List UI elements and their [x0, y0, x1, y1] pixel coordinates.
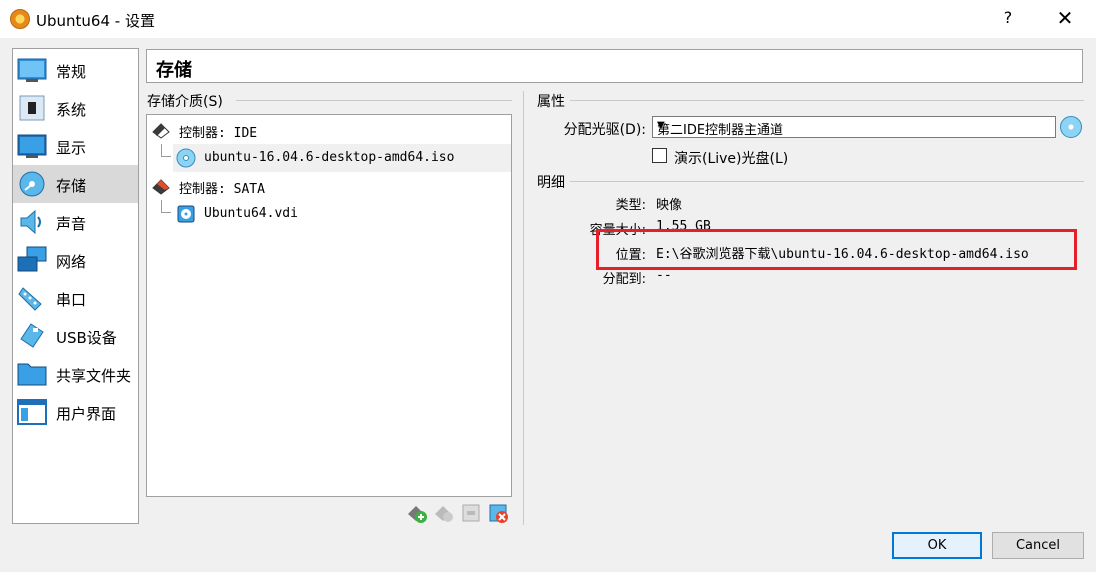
tree-connector	[161, 156, 171, 157]
sidebar-item-serial-port[interactable]: 串口	[13, 279, 138, 317]
tree-item-ide-controller[interactable]: 控制器: IDE	[147, 116, 511, 144]
optical-disc-icon	[176, 148, 196, 168]
location-highlight-box	[596, 229, 1077, 270]
sidebar-item-storage[interactable]: 存储	[13, 165, 138, 203]
ok-button[interactable]: OK	[892, 532, 982, 559]
tree-item-disk-vdi[interactable]: Ubuntu64.vdi	[173, 200, 511, 228]
tree-connector	[161, 144, 162, 156]
user-interface-icon	[17, 399, 47, 425]
sidebar-item-usb[interactable]: USB设备	[13, 317, 138, 355]
page-title-box: 存储	[146, 49, 1083, 83]
panel-divider	[523, 91, 524, 525]
storage-devices-label: 存储介质(S)	[147, 94, 223, 110]
controller-icon	[152, 123, 170, 139]
help-button[interactable]: ?	[996, 8, 1020, 30]
audio-icon	[20, 209, 41, 235]
controller-icon	[152, 179, 170, 195]
details-label: 明细	[537, 175, 565, 191]
attributes-label: 属性	[537, 94, 565, 110]
serial-port-icon	[18, 287, 42, 311]
network-icon	[17, 246, 47, 272]
usb-icon	[20, 323, 44, 348]
display-icon	[17, 134, 47, 158]
sidebar-item-display[interactable]: 显示	[13, 127, 138, 165]
live-cd-label: 演示(Live)光盘(L)	[674, 151, 789, 167]
tree-connector	[161, 212, 171, 213]
page-title: 存储	[156, 60, 192, 81]
settings-sidebar: 常规 系统 显示 存储 声音 网络 串口 USB设备 共享文件夹 用户界面	[12, 48, 139, 524]
window-title: Ubuntu64 - 设置	[36, 12, 155, 30]
sidebar-item-system[interactable]: 系统	[13, 89, 138, 127]
attached-to-value: --	[656, 268, 672, 283]
tree-connector	[161, 200, 162, 212]
storage-group-divider	[236, 100, 512, 101]
sidebar-item-network[interactable]: 网络	[13, 241, 138, 279]
tree-item-sata-controller[interactable]: 控制器: SATA	[147, 172, 511, 200]
add-controller-icon[interactable]	[406, 502, 428, 524]
type-value: 映像	[656, 198, 683, 213]
remove-controller-icon[interactable]	[487, 502, 509, 524]
sidebar-item-general[interactable]: 常规	[13, 51, 138, 89]
cancel-button[interactable]: Cancel	[992, 532, 1084, 559]
optical-drive-select[interactable]: 第二IDE控制器主通道 ▼	[652, 116, 1056, 138]
attributes-divider	[570, 100, 1084, 101]
title-bar: Ubuntu64 - 设置 ? ✕	[0, 0, 1096, 38]
storage-icon	[19, 171, 45, 197]
sidebar-item-audio[interactable]: 声音	[13, 203, 138, 241]
tree-item-optical-iso[interactable]: ubuntu-16.04.6-desktop-amd64.iso	[173, 144, 511, 172]
attached-to-label: 分配到:	[602, 272, 646, 287]
general-icon	[17, 58, 47, 82]
storage-tree[interactable]: 控制器: IDE ubuntu-16.04.6-desktop-amd64.is…	[146, 114, 512, 497]
close-button[interactable]: ✕	[1050, 6, 1080, 30]
shared-folder-icon	[17, 363, 47, 386]
details-divider	[570, 181, 1084, 182]
hard-disk-icon	[177, 205, 195, 223]
chevron-down-icon: ▼	[657, 120, 665, 131]
type-label: 类型:	[615, 198, 646, 213]
virtualbox-app-icon	[10, 9, 30, 29]
sidebar-item-shared-folders[interactable]: 共享文件夹	[13, 355, 138, 393]
add-attachment-icon[interactable]	[433, 502, 455, 524]
remove-attachment-icon[interactable]	[460, 502, 482, 524]
live-cd-checkbox[interactable]	[652, 148, 667, 163]
system-icon	[19, 95, 45, 121]
optical-drive-label: 分配光驱(D):	[563, 122, 646, 138]
sidebar-item-user-interface[interactable]: 用户界面	[13, 393, 138, 431]
choose-disk-icon[interactable]	[1060, 116, 1082, 138]
